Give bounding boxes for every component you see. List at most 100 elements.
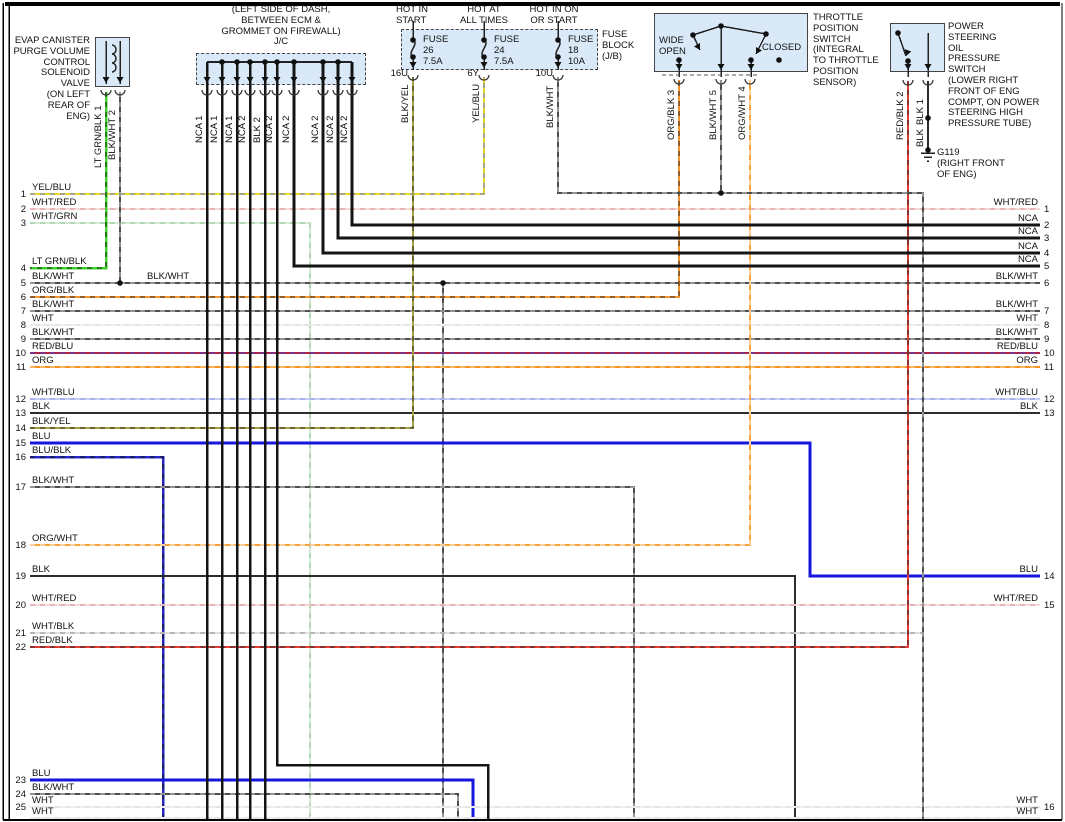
junction-dot <box>776 57 782 63</box>
junction-dot <box>481 37 487 43</box>
left-row-number: 18 <box>15 540 26 551</box>
junction-dot <box>410 37 416 43</box>
vertical-wire-label: NCA 2 <box>264 115 275 143</box>
fuse-24-label: FUSE 24 7.5A <box>494 34 520 67</box>
left-wire-label: BLU <box>32 431 51 442</box>
left-wire-label: WHT <box>32 313 54 324</box>
wire-red-blk <box>30 81 909 648</box>
vertical-wire-label: BLK/WHT <box>545 85 556 128</box>
junction-dot <box>440 280 446 286</box>
vertical-wire-label: NCA 2 <box>310 115 321 143</box>
connector-6y-label: 6Y <box>467 68 479 79</box>
vertical-wire-label: NCA 2 <box>325 115 336 143</box>
arrowhead-icon <box>717 64 725 70</box>
arrowhead-icon <box>102 77 110 83</box>
junction-dot <box>555 54 561 60</box>
left-row-number: 6 <box>20 292 26 303</box>
left-row-number: 5 <box>20 278 26 289</box>
left-wire-label: ORG/BLK <box>32 285 75 296</box>
right-wire-label: WHT/RED <box>993 593 1038 604</box>
left-wire-label: WHT/BLU <box>32 387 75 398</box>
right-row-number: 1 <box>1044 204 1050 215</box>
left-wire-label: RED/BLU <box>32 341 74 352</box>
left-wire-label: LT GRN/BLK <box>32 256 87 267</box>
vertical-wire-label: ORG/BLK 3 <box>666 89 677 140</box>
arrowhead-icon <box>409 62 417 68</box>
right-row-number: 6 <box>1044 278 1050 289</box>
wire-blu <box>30 778 475 819</box>
left-row-number: 15 <box>15 438 26 449</box>
wire-org-blk <box>30 80 680 298</box>
junction-dot <box>718 23 724 29</box>
left-row-number: 3 <box>20 218 26 229</box>
arrowhead-icon <box>273 77 281 83</box>
junction-dot <box>555 37 561 43</box>
left-row-number: 17 <box>15 482 26 493</box>
left-wire-label: BLU <box>32 768 51 779</box>
right-wire-label: ORG <box>1016 355 1038 366</box>
junction-dot <box>335 59 341 65</box>
right-wire-label: NCA <box>1017 226 1038 237</box>
wire-blk-wht <box>30 486 635 819</box>
left-wire-label: WHT <box>32 795 54 806</box>
left-wire-label: BLK/WHT <box>32 271 75 282</box>
right-row-number: 14 <box>1044 571 1055 582</box>
right-row-number: 7 <box>1044 306 1050 317</box>
arrowhead-icon <box>203 77 211 83</box>
wire-stripe <box>557 77 924 819</box>
left-wire-label: BLK/WHT <box>32 475 75 486</box>
vertical-wire-label: BLK 1 <box>915 99 926 125</box>
left-row-number: 2 <box>20 204 26 215</box>
closed-label: CLOSED <box>762 42 802 53</box>
arrowhead-icon <box>319 77 327 83</box>
arrowhead-icon <box>755 47 763 54</box>
arrowhead-icon <box>554 62 562 68</box>
right-wire-label: WHT/BLU <box>995 387 1038 398</box>
left-row-number: 25 <box>15 802 26 813</box>
left-row-number: 9 <box>20 334 26 345</box>
right-row-number: 15 <box>1044 600 1055 611</box>
right-row-number: 10 <box>1044 348 1055 359</box>
right-wire-label: WHT <box>1016 806 1038 817</box>
wire-blk <box>30 575 796 819</box>
connector-16u-label: 16U <box>390 68 408 79</box>
left-row-number: 24 <box>15 789 26 800</box>
left-row-number: 12 <box>15 394 26 405</box>
arrowhead-icon <box>116 77 124 83</box>
right-wire-label: RED/BLU <box>996 341 1038 352</box>
arrowhead-icon <box>348 77 356 83</box>
wire-blk-wht <box>557 77 924 819</box>
arrowhead-icon <box>924 64 932 70</box>
hot-in-on-or-start-label: HOT IN ON OR START <box>529 4 579 26</box>
right-wire-label: BLK/WHT <box>995 327 1038 338</box>
right-row-number: 3 <box>1044 233 1050 244</box>
left-row-number: 4 <box>20 263 26 274</box>
wire-line <box>692 25 722 36</box>
wire-stripe <box>30 81 909 648</box>
junction-dot <box>748 57 754 63</box>
wire-blu <box>30 441 1040 578</box>
arrowhead-icon <box>480 62 488 68</box>
right-row-number: 11 <box>1044 362 1054 373</box>
vertical-wire-label: LT GRN/BLK 1 <box>93 105 104 168</box>
vertical-wire-label: NCA 1 <box>224 115 235 143</box>
vertical-wire-label: NCA 2 <box>237 115 248 143</box>
right-row-number: 4 <box>1044 248 1050 259</box>
vertical-wire-label: ORG/WHT 4 <box>737 86 748 140</box>
left-wire-label: BLK <box>32 401 50 412</box>
junction-dot <box>320 59 326 65</box>
right-row-number: 8 <box>1044 320 1050 331</box>
left-row-number: 19 <box>15 571 26 582</box>
right-wire-label: BLK <box>1020 401 1038 412</box>
junction-dot <box>676 57 682 63</box>
junction-dot <box>274 59 280 65</box>
wire-stripe <box>30 486 635 819</box>
left-row-number: 23 <box>15 775 26 786</box>
ground-g119-label: G119 (RIGHT FRONT OF ENG) <box>937 147 1005 180</box>
left-row-number: 11 <box>16 362 26 373</box>
vertical-wire-label: BLK/YEL <box>400 84 411 123</box>
left-wire-label: WHT <box>32 806 54 817</box>
vertical-wire-label: NCA 2 <box>281 115 292 143</box>
hot-at-all-times-label: HOT AT ALL TIMES <box>459 4 509 26</box>
wire-nca <box>275 62 490 819</box>
